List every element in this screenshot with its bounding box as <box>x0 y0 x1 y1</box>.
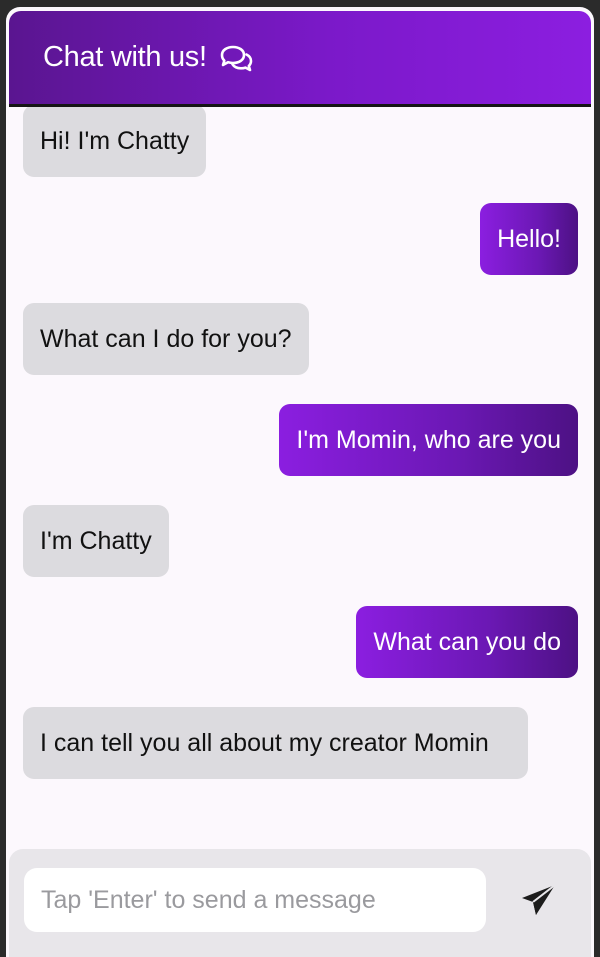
composer-bar <box>9 849 591 957</box>
message-input[interactable] <box>24 868 486 932</box>
chat-bubbles-icon <box>219 44 253 72</box>
bot-message: Hi! I'm Chatty <box>23 107 207 177</box>
send-button[interactable] <box>513 877 565 925</box>
chat-title: Chat with us! <box>43 41 207 73</box>
bot-message: I'm Chatty <box>23 505 169 577</box>
user-message: What can you do <box>356 606 578 678</box>
message-list[interactable]: Hi! I'm Chatty Hello! What can I do for … <box>6 107 594 843</box>
bot-message: I can tell you all about my creator Momi… <box>23 707 528 779</box>
user-message: I'm Momin, who are you <box>279 404 578 476</box>
paper-plane-icon <box>519 883 559 924</box>
chat-window: Chat with us! Hi! I'm Chatty Hello! What… <box>6 7 594 957</box>
user-message: Hello! <box>480 203 578 275</box>
bot-message: What can I do for you? <box>23 303 309 375</box>
chat-header: Chat with us! <box>9 11 591 107</box>
